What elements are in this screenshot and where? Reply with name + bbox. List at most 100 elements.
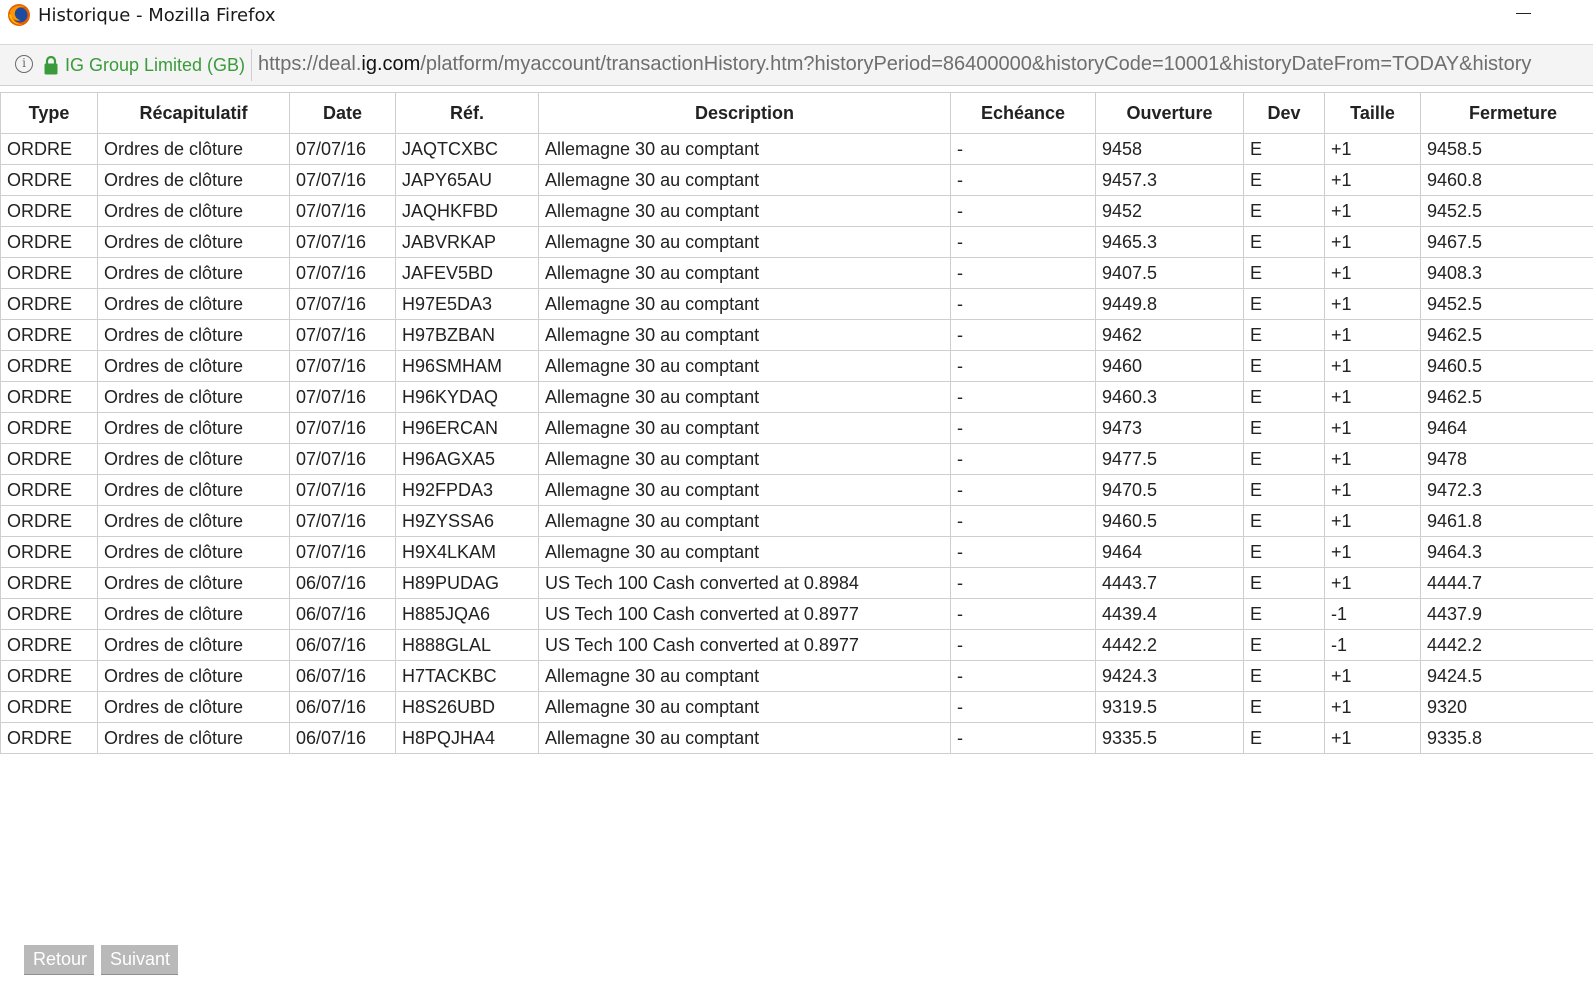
column-header[interactable]: Taille [1324,92,1421,134]
table-cell: 9457.3 [1095,164,1244,196]
table-row[interactable]: ORDRE Ordres de clôture 07/07/16 JAFEV5BD Al… [0,257,1593,289]
table-cell: E [1243,195,1325,227]
table-cell: H8PQJHA4 [395,722,539,754]
table-cell: - [950,567,1096,599]
table-row[interactable]: ORDRE Ordres de clôture 07/07/16 H96ERCAN Al… [0,412,1593,444]
table-cell: H9ZYSSA6 [395,505,539,537]
table-header-row: Type Récapitulatif Date Réf. Description… [0,92,1593,134]
table-cell: 07/07/16 [289,505,396,537]
table-cell: +1 [1324,722,1421,754]
table-cell: Allemagne 30 au comptant [538,381,951,413]
column-header[interactable]: Ouverture [1095,92,1244,134]
table-cell: Ordres de clôture [97,257,290,289]
transaction-history-table: Type Récapitulatif Date Réf. Description… [0,92,1593,754]
table-cell: E [1243,350,1325,382]
column-header[interactable]: Fermeture [1420,92,1593,134]
table-cell: ORDRE [0,288,98,320]
table-row[interactable]: ORDRE Ordres de clôture 06/07/16 H8PQJHA4 Al… [0,722,1593,754]
table-cell: 4442.2 [1420,629,1593,661]
table-cell: 9408.3 [1420,257,1593,289]
table-cell: ORDRE [0,195,98,227]
table-cell: E [1243,257,1325,289]
table-row[interactable]: ORDRE Ordres de clôture 07/07/16 H97E5DA3 Al… [0,288,1593,320]
table-cell: E [1243,567,1325,599]
table-cell: 9470.5 [1095,474,1244,506]
table-cell: Ordres de clôture [97,474,290,506]
table-row[interactable]: ORDRE Ordres de clôture 07/07/16 JAQTCXBC Al… [0,133,1593,165]
table-cell: E [1243,226,1325,258]
url-field[interactable]: https://deal.ig.com/platform/myaccount/t… [258,53,1593,76]
table-cell: Ordres de clôture [97,319,290,351]
table-row[interactable]: ORDRE Ordres de clôture 06/07/16 H89PUDAG US… [0,567,1593,599]
table-row[interactable]: ORDRE Ordres de clôture 07/07/16 JABVRKAP Al… [0,226,1593,258]
table-row[interactable]: ORDRE Ordres de clôture 07/07/16 H96KYDAQ Al… [0,381,1593,413]
column-header[interactable]: Type [0,92,98,134]
table-cell: +1 [1324,691,1421,723]
table-cell: 9452.5 [1420,288,1593,320]
column-header[interactable]: Date [289,92,396,134]
table-cell: E [1243,133,1325,165]
table-cell: H888GLAL [395,629,539,661]
table-cell: 9462 [1095,319,1244,351]
table-cell: +1 [1324,288,1421,320]
table-row[interactable]: ORDRE Ordres de clôture 07/07/16 H97BZBAN Al… [0,319,1593,351]
info-icon[interactable]: i [15,55,33,73]
table-cell: ORDRE [0,133,98,165]
column-header[interactable]: Echéance [950,92,1096,134]
table-cell: ORDRE [0,474,98,506]
table-cell: Ordres de clôture [97,226,290,258]
url-bar[interactable]: i IG Group Limited (GB) https://deal.ig.… [0,44,1593,86]
column-header[interactable]: Réf. [395,92,539,134]
table-cell: E [1243,505,1325,537]
table-cell: - [950,164,1096,196]
table-cell: +1 [1324,443,1421,475]
table-cell: H97BZBAN [395,319,539,351]
next-button[interactable]: Suivant [101,945,178,975]
table-cell: Allemagne 30 au comptant [538,319,951,351]
table-row[interactable]: ORDRE Ordres de clôture 06/07/16 H7TACKBC Al… [0,660,1593,692]
table-cell: Ordres de clôture [97,629,290,661]
table-cell: - [950,722,1096,754]
column-header[interactable]: Récapitulatif [97,92,290,134]
site-identity-button[interactable]: i IG Group Limited (GB) [5,47,249,83]
table-cell: 9472.3 [1420,474,1593,506]
table-cell: 07/07/16 [289,536,396,568]
table-cell: - [950,319,1096,351]
table-row[interactable]: ORDRE Ordres de clôture 07/07/16 H92FPDA3 Al… [0,474,1593,506]
table-row[interactable]: ORDRE Ordres de clôture 07/07/16 JAQHKFBD Al… [0,195,1593,227]
table-cell: JAQTCXBC [395,133,539,165]
table-cell: Allemagne 30 au comptant [538,474,951,506]
table-cell: E [1243,412,1325,444]
table-row[interactable]: ORDRE Ordres de clôture 07/07/16 JAPY65AU Al… [0,164,1593,196]
table-cell: ORDRE [0,412,98,444]
table-cell: 4442.2 [1095,629,1244,661]
table-cell: 07/07/16 [289,474,396,506]
table-cell: 06/07/16 [289,629,396,661]
table-cell: E [1243,443,1325,475]
lock-icon [44,55,58,75]
back-button[interactable]: Retour [24,945,94,975]
column-header[interactable]: Dev [1243,92,1325,134]
table-cell: ORDRE [0,598,98,630]
table-cell: Allemagne 30 au comptant [538,350,951,382]
table-cell: 9407.5 [1095,257,1244,289]
table-row[interactable]: ORDRE Ordres de clôture 07/07/16 H9X4LKAM Al… [0,536,1593,568]
table-cell: E [1243,536,1325,568]
table-row[interactable]: ORDRE Ordres de clôture 06/07/16 H885JQA6 US… [0,598,1593,630]
table-cell: 06/07/16 [289,567,396,599]
minimize-icon[interactable] [1504,0,1548,30]
table-cell: 9452.5 [1420,195,1593,227]
table-row[interactable]: ORDRE Ordres de clôture 07/07/16 H96SMHAM Al… [0,350,1593,382]
table-row[interactable]: ORDRE Ordres de clôture 06/07/16 H8S26UBD Al… [0,691,1593,723]
table-row[interactable]: ORDRE Ordres de clôture 06/07/16 H888GLAL US… [0,629,1593,661]
table-cell: - [950,350,1096,382]
column-header[interactable]: Description [538,92,951,134]
table-cell: 9477.5 [1095,443,1244,475]
table-cell: - [950,195,1096,227]
table-cell: 9478 [1420,443,1593,475]
table-row[interactable]: ORDRE Ordres de clôture 07/07/16 H9ZYSSA6 Al… [0,505,1593,537]
table-cell: - [950,474,1096,506]
table-row[interactable]: ORDRE Ordres de clôture 07/07/16 H96AGXA5 Al… [0,443,1593,475]
table-cell: +1 [1324,164,1421,196]
table-cell: 9462.5 [1420,319,1593,351]
